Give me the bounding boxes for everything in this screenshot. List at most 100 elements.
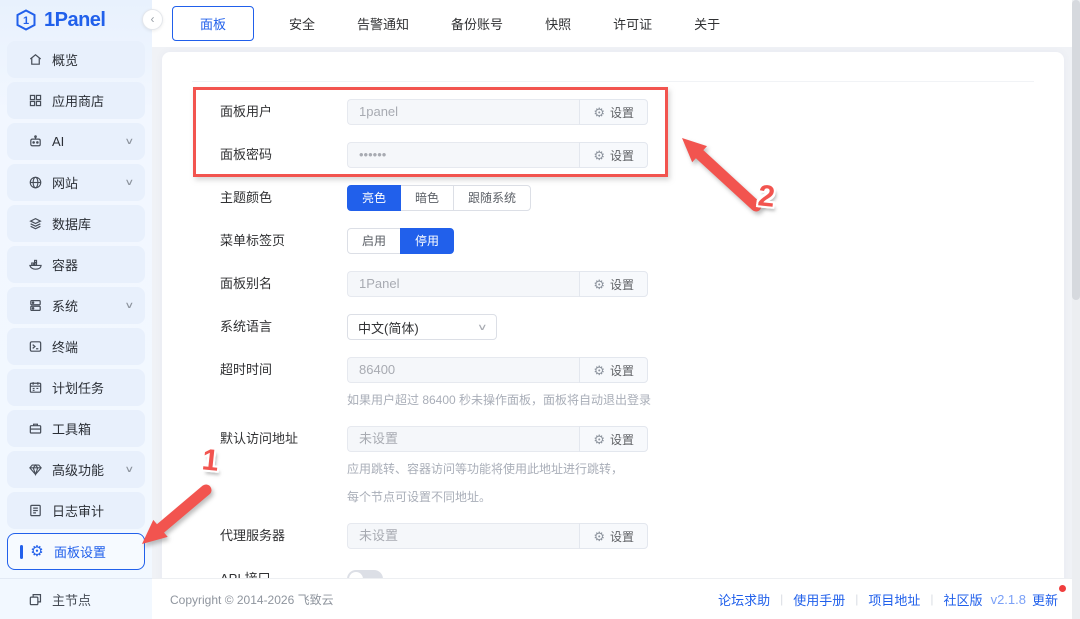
- edition-label[interactable]: 社区版: [944, 590, 983, 609]
- api-toggle[interactable]: [347, 570, 383, 578]
- sidebar-item-label: 主节点: [52, 590, 91, 609]
- sidebar-item-panel-settings[interactable]: ⚙ 面板设置: [7, 533, 145, 570]
- sidebar-item-container[interactable]: 容器: [7, 246, 145, 283]
- globe-icon: [27, 175, 43, 191]
- logo[interactable]: 1 1Panel: [0, 0, 152, 40]
- tab-about[interactable]: 关于: [694, 14, 720, 33]
- scrollbar-track[interactable]: [1072, 0, 1080, 619]
- panel-user-input[interactable]: 1panel: [347, 99, 579, 125]
- calendar-icon: [27, 380, 43, 396]
- chevron-down-icon: ∨: [477, 322, 488, 333]
- field-label: 面板用户: [220, 99, 347, 125]
- project-address-link[interactable]: 项目地址: [868, 590, 920, 609]
- update-label: 更新: [1032, 593, 1058, 608]
- form-row-panel-password: 面板密码 •••••• ⚙设置: [220, 142, 1034, 168]
- form-row-api: API 接口: [220, 566, 1034, 578]
- sidebar-collapse-button[interactable]: ‹: [142, 9, 163, 30]
- update-link[interactable]: 更新: [1032, 590, 1058, 609]
- page-footer: Copyright © 2014-2026 飞致云 论坛求助 | 使用手册 | …: [152, 578, 1080, 619]
- form-row-menu-tabs: 菜单标签页 启用 停用: [220, 228, 1034, 254]
- panel-password-set-button[interactable]: ⚙设置: [579, 142, 648, 168]
- chevron-down-icon: ∨: [125, 177, 135, 188]
- tab-alert-notify[interactable]: 告警通知: [357, 14, 409, 33]
- theme-segment: 亮色 暗色 跟随系统: [347, 185, 531, 211]
- card-header: [192, 52, 1034, 82]
- form-row-panel-user: 面板用户 1panel ⚙ 设置: [220, 99, 1034, 125]
- field-label: 主题颜色: [220, 185, 347, 211]
- language-select[interactable]: 中文(简体) ∨: [347, 314, 497, 340]
- forum-help-link[interactable]: 论坛求助: [718, 590, 770, 609]
- theme-light-button[interactable]: 亮色: [347, 185, 401, 211]
- gear-icon: ⚙: [593, 364, 605, 377]
- tab-security[interactable]: 安全: [289, 14, 315, 33]
- menu-tabs-enable-button[interactable]: 启用: [347, 228, 401, 254]
- menu-tabs-segment: 启用 停用: [347, 228, 454, 254]
- panel-user-set-button[interactable]: ⚙ 设置: [579, 99, 648, 125]
- panel-alias-input[interactable]: 1Panel: [347, 271, 579, 297]
- brand-hexagon-icon: 1: [14, 8, 38, 32]
- button-label: 设置: [610, 104, 634, 121]
- sidebar-item-label: 高级功能: [52, 460, 104, 479]
- tab-backup-account[interactable]: 备份账号: [451, 14, 503, 33]
- panel-password-input[interactable]: ••••••: [347, 142, 579, 168]
- sidebar-item-label: AI: [52, 134, 64, 149]
- sidebar-item-system[interactable]: 系统 ∨: [7, 287, 145, 324]
- sidebar-item-label: 应用商店: [52, 91, 104, 110]
- sidebar-item-website[interactable]: 网站 ∨: [7, 164, 145, 201]
- grid-icon: [27, 93, 43, 109]
- toolbox-icon: [27, 421, 43, 437]
- layers-icon: [27, 216, 43, 232]
- sidebar-item-database[interactable]: 数据库: [7, 205, 145, 242]
- sidebar-item-toolbox[interactable]: 工具箱: [7, 410, 145, 447]
- sidebar-item-label: 容器: [52, 255, 78, 274]
- svg-text:1: 1: [23, 15, 29, 27]
- gear-icon: ⚙: [593, 106, 605, 119]
- panel-alias-set-button[interactable]: ⚙设置: [579, 271, 648, 297]
- timeout-input[interactable]: 86400: [347, 357, 579, 383]
- proxy-input[interactable]: 未设置: [347, 523, 579, 549]
- scrollbar-thumb[interactable]: [1072, 0, 1080, 300]
- app-window: 1 1Panel ‹ 概览 应用商店 AI ∨ 网站 ∨: [0, 0, 1080, 619]
- timeout-set-button[interactable]: ⚙设置: [579, 357, 648, 383]
- tab-panel[interactable]: 面板: [172, 6, 254, 41]
- button-label: 设置: [610, 147, 634, 164]
- settings-tabbar: 面板 安全 告警通知 备份账号 快照 许可证 关于: [152, 0, 1080, 47]
- proxy-set-button[interactable]: ⚙设置: [579, 523, 648, 549]
- theme-auto-button[interactable]: 跟随系统: [453, 185, 531, 211]
- default-address-set-button[interactable]: ⚙设置: [579, 426, 648, 452]
- sidebar-item-master-node[interactable]: 主节点: [0, 578, 152, 619]
- sidebar-item-cronjob[interactable]: 计划任务: [7, 369, 145, 406]
- menu-tabs-disable-button[interactable]: 停用: [400, 228, 454, 254]
- field-label: 面板密码: [220, 142, 347, 168]
- field-label: 菜单标签页: [220, 228, 347, 254]
- tab-snapshot[interactable]: 快照: [545, 14, 571, 33]
- form-row-timeout: 超时时间 86400 ⚙设置 如果用户超过 86400 秒未操作面板，面板将自动…: [220, 357, 1034, 409]
- sidebar-item-ai[interactable]: AI ∨: [7, 123, 145, 160]
- form-row-default-address: 默认访问地址 未设置 ⚙设置 应用跳转、容器访问等功能将使用此地址进行跳转， 每…: [220, 426, 1034, 506]
- theme-dark-button[interactable]: 暗色: [400, 185, 454, 211]
- sidebar-item-label: 数据库: [52, 214, 91, 233]
- home-icon: [27, 52, 43, 68]
- sidebar: 1 1Panel ‹ 概览 应用商店 AI ∨ 网站 ∨: [0, 0, 152, 619]
- sidebar-item-label: 系统: [52, 296, 78, 315]
- settings-form: 面板用户 1panel ⚙设置 面板密码 •••••• ⚙设置: [192, 82, 1034, 578]
- form-row-panel-alias: 面板别名 1Panel ⚙设置: [220, 271, 1034, 297]
- divider: |: [780, 592, 783, 606]
- sidebar-item-appstore[interactable]: 应用商店: [7, 82, 145, 119]
- sidebar-item-logs[interactable]: 日志审计: [7, 492, 145, 529]
- sidebar-item-advanced[interactable]: 高级功能 ∨: [7, 451, 145, 488]
- sidebar-item-overview[interactable]: 概览: [7, 41, 145, 78]
- default-address-input[interactable]: 未设置: [347, 426, 579, 452]
- version-label: v2.1.8: [991, 592, 1026, 607]
- chevron-down-icon: ∨: [125, 136, 135, 147]
- sidebar-item-label: 概览: [52, 50, 78, 69]
- sidebar-item-terminal[interactable]: 终端: [7, 328, 145, 365]
- sidebar-item-label: 终端: [52, 337, 78, 356]
- gem-icon: [27, 462, 43, 478]
- user-manual-link[interactable]: 使用手册: [793, 590, 845, 609]
- sidebar-nav: 概览 应用商店 AI ∨ 网站 ∨ 数据库 容器: [0, 40, 152, 578]
- field-label: 系统语言: [220, 314, 347, 340]
- robot-icon: [27, 134, 43, 150]
- tab-license[interactable]: 许可证: [613, 14, 652, 33]
- field-label: API 接口: [220, 566, 347, 578]
